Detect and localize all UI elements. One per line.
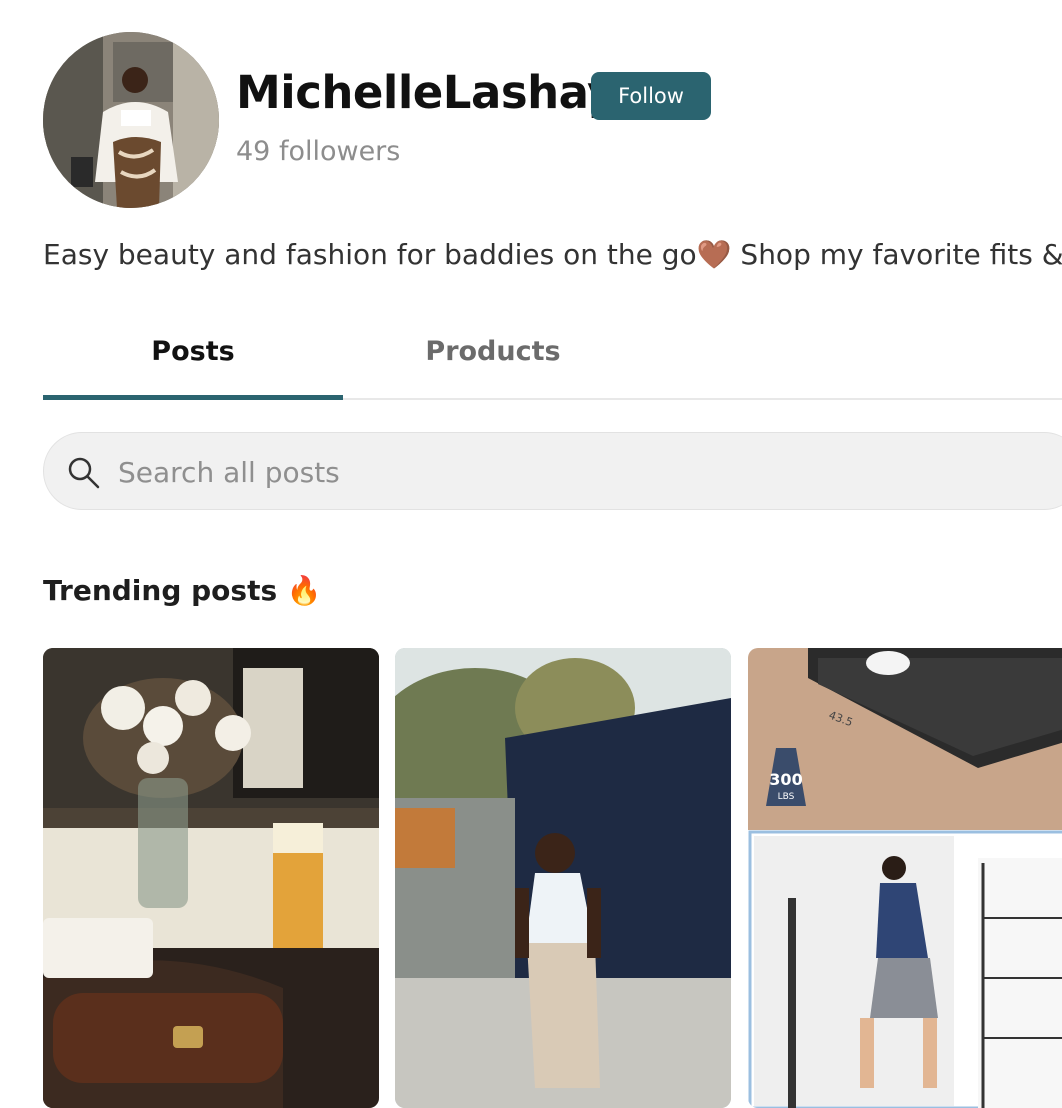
search-icon [68,457,100,489]
search-bar [43,432,1062,511]
post-card[interactable] [395,648,731,1108]
trending-posts-heading: Trending posts 🔥 [43,574,322,607]
post-card[interactable]: 43.5 300 LBS [748,648,1062,1108]
dinner-table-photo [43,648,379,1108]
search-input[interactable] [116,433,1020,511]
profile-tabs: Posts Products [43,320,1062,400]
follower-count: 49 followers [236,136,401,167]
tab-products[interactable]: Products [343,336,643,367]
profile-bio: Easy beauty and fashion for baddies on t… [43,238,1062,271]
woman-outfit-photo [395,648,731,1108]
profile-avatar[interactable] [43,32,219,208]
svg-text:300: 300 [769,770,802,789]
follow-button[interactable]: Follow [591,72,711,120]
post-card[interactable] [43,648,379,1108]
active-tab-indicator [43,395,343,400]
svg-text:LBS: LBS [778,792,795,802]
walking-pad-product-photo: 43.5 300 LBS [748,648,1062,1108]
profile-username: MichelleLashay [236,66,616,119]
tab-posts[interactable]: Posts [43,336,343,367]
